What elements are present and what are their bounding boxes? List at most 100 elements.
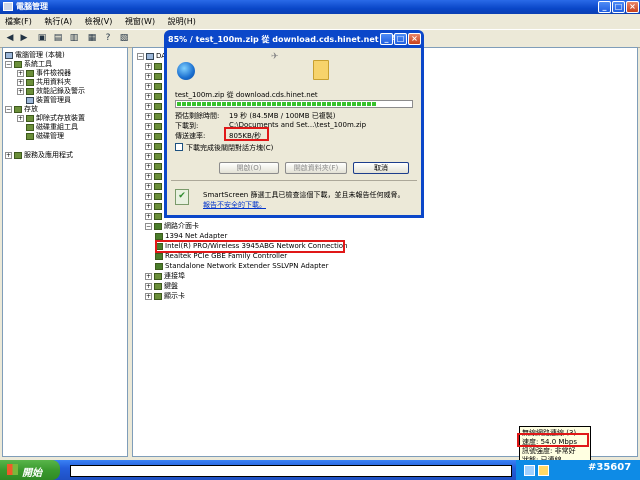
expand-icon[interactable]: + <box>145 102 152 110</box>
close-on-complete-label[interactable]: 下載完成後關閉對話方塊(C) <box>186 143 273 153</box>
device-category[interactable]: + <box>145 102 164 111</box>
dialog-maximize-button[interactable]: □ <box>394 33 407 45</box>
expand-icon[interactable]: + <box>145 82 152 90</box>
network-adapters-category[interactable]: − 網路介面卡 <box>145 222 199 231</box>
tree-item[interactable]: 裝置管理員 <box>26 96 71 105</box>
expand-icon[interactable]: + <box>145 202 152 210</box>
expand-icon[interactable]: + <box>145 282 152 290</box>
download-to-label: 下載到: <box>175 122 199 130</box>
menu-help[interactable]: 說明(H) <box>163 15 201 27</box>
category-icon <box>154 202 162 210</box>
collapse-icon[interactable]: − <box>137 52 144 60</box>
back-icon[interactable]: ◀ <box>4 32 16 44</box>
tree-item[interactable]: + 卸除式存放裝置 <box>17 114 85 123</box>
taskbar-task-area[interactable] <box>70 465 512 477</box>
cancel-button[interactable]: 取消 <box>353 162 409 174</box>
device-category[interactable]: + <box>145 112 164 121</box>
report-unsafe-link[interactable]: 報告不安全的下載。 <box>203 200 266 210</box>
print-icon[interactable]: ▦ <box>86 32 98 44</box>
menu-action[interactable]: 執行(A) <box>39 15 77 27</box>
start-button[interactable]: 開始 <box>0 460 60 480</box>
tray-icon[interactable] <box>538 465 549 476</box>
expand-icon[interactable]: + <box>145 142 152 150</box>
up-icon[interactable]: ▣ <box>36 32 48 44</box>
device-category[interactable]: + <box>145 122 164 131</box>
tree-item[interactable]: − 存放 <box>5 105 38 114</box>
device-root[interactable]: − DA <box>137 52 166 61</box>
tree-item[interactable]: + 事件檢視器 <box>17 69 71 78</box>
dialog-title-bar[interactable]: 85% / test_100m.zip 從 download.cds.hinet… <box>164 30 424 48</box>
menu-file[interactable]: 檔案(F) <box>0 15 37 27</box>
tree-item[interactable]: + 共用資料夾 <box>17 78 71 87</box>
device-category[interactable]: + <box>145 212 164 221</box>
expand-icon[interactable]: + <box>145 292 152 300</box>
help-icon[interactable]: ? <box>102 32 114 44</box>
device-category[interactable]: + <box>145 72 164 81</box>
expand-icon[interactable]: + <box>145 212 152 220</box>
progress-fill <box>177 102 376 106</box>
expand-icon[interactable]: + <box>145 162 152 170</box>
expand-icon[interactable]: + <box>145 182 152 190</box>
network-adapter-item[interactable]: Standalone Network Extender SSLVPN Adapt… <box>155 262 328 271</box>
expand-icon[interactable]: + <box>145 72 152 80</box>
tree-item[interactable]: + 服務及應用程式 <box>5 151 73 160</box>
tree-item[interactable]: + 效能記錄及警示 <box>17 87 85 96</box>
device-category[interactable]: + <box>145 192 164 201</box>
device-category[interactable]: + <box>145 202 164 211</box>
network-adapter-item[interactable]: Realtek PCIe GBE Family Controller <box>155 252 287 261</box>
tree-item[interactable]: 磁碟重組工具 <box>26 123 78 132</box>
expand-icon[interactable]: + <box>145 272 152 280</box>
show-tree-icon[interactable]: ▤ <box>52 32 64 44</box>
expand-icon[interactable]: + <box>17 69 24 77</box>
expand-icon[interactable]: + <box>17 87 24 95</box>
device-category[interactable]: + <box>145 162 164 171</box>
tree-item[interactable]: 磁碟管理 <box>26 132 64 141</box>
expand-icon[interactable]: + <box>145 192 152 200</box>
device-category[interactable]: + 連接埠 <box>145 272 185 281</box>
device-category[interactable]: + <box>145 132 164 141</box>
expand-icon[interactable]: + <box>5 151 12 159</box>
menu-view[interactable]: 檢視(V) <box>80 15 118 27</box>
smartscreen-shield-icon: ✔ <box>175 189 189 205</box>
tree-item[interactable]: − 系統工具 <box>5 60 52 69</box>
expand-icon[interactable]: + <box>145 132 152 140</box>
storage-icon <box>14 105 22 113</box>
device-category[interactable]: + <box>145 82 164 91</box>
close-on-complete-checkbox[interactable] <box>175 143 183 151</box>
console-icon[interactable]: ▧ <box>118 32 130 44</box>
device-category[interactable]: + <box>145 172 164 181</box>
tools-icon <box>14 60 22 68</box>
expand-icon[interactable]: + <box>145 122 152 130</box>
collapse-icon[interactable]: − <box>145 222 152 230</box>
collapse-icon[interactable]: − <box>5 60 12 68</box>
minimize-button[interactable]: _ <box>598 1 611 13</box>
expand-icon[interactable]: + <box>145 62 152 70</box>
collapse-icon[interactable]: − <box>5 105 12 113</box>
device-category[interactable]: + <box>145 152 164 161</box>
network-tray-icon[interactable] <box>524 465 535 476</box>
expand-icon[interactable]: + <box>145 152 152 160</box>
expand-icon[interactable]: + <box>17 114 24 122</box>
dialog-close-button[interactable]: × <box>408 33 421 45</box>
device-category[interactable]: + <box>145 62 164 71</box>
main-title-bar[interactable]: 電腦管理 _ □ × <box>0 0 640 14</box>
tree-item[interactable]: 電腦管理 (本機) <box>5 51 65 60</box>
device-category[interactable]: + <box>145 92 164 101</box>
dialog-minimize-button[interactable]: _ <box>380 33 393 45</box>
device-category[interactable]: + <box>145 182 164 191</box>
device-category[interactable]: + <box>145 142 164 151</box>
open-button[interactable]: 開啟(O) <box>219 162 279 174</box>
expand-icon[interactable]: + <box>145 172 152 180</box>
expand-icon[interactable]: + <box>17 78 24 86</box>
expand-icon[interactable]: + <box>145 92 152 100</box>
device-category[interactable]: + 顯示卡 <box>145 292 185 301</box>
menu-window[interactable]: 視窗(W) <box>120 15 160 27</box>
defrag-icon <box>26 123 34 131</box>
close-button[interactable]: × <box>626 1 639 13</box>
forward-icon[interactable]: ▶ <box>18 32 30 44</box>
expand-icon[interactable]: + <box>145 112 152 120</box>
maximize-button[interactable]: □ <box>612 1 625 13</box>
device-category[interactable]: + 鍵盤 <box>145 282 178 291</box>
properties-icon[interactable]: ▥ <box>68 32 80 44</box>
open-folder-button[interactable]: 開啟資料夾(F) <box>285 162 347 174</box>
